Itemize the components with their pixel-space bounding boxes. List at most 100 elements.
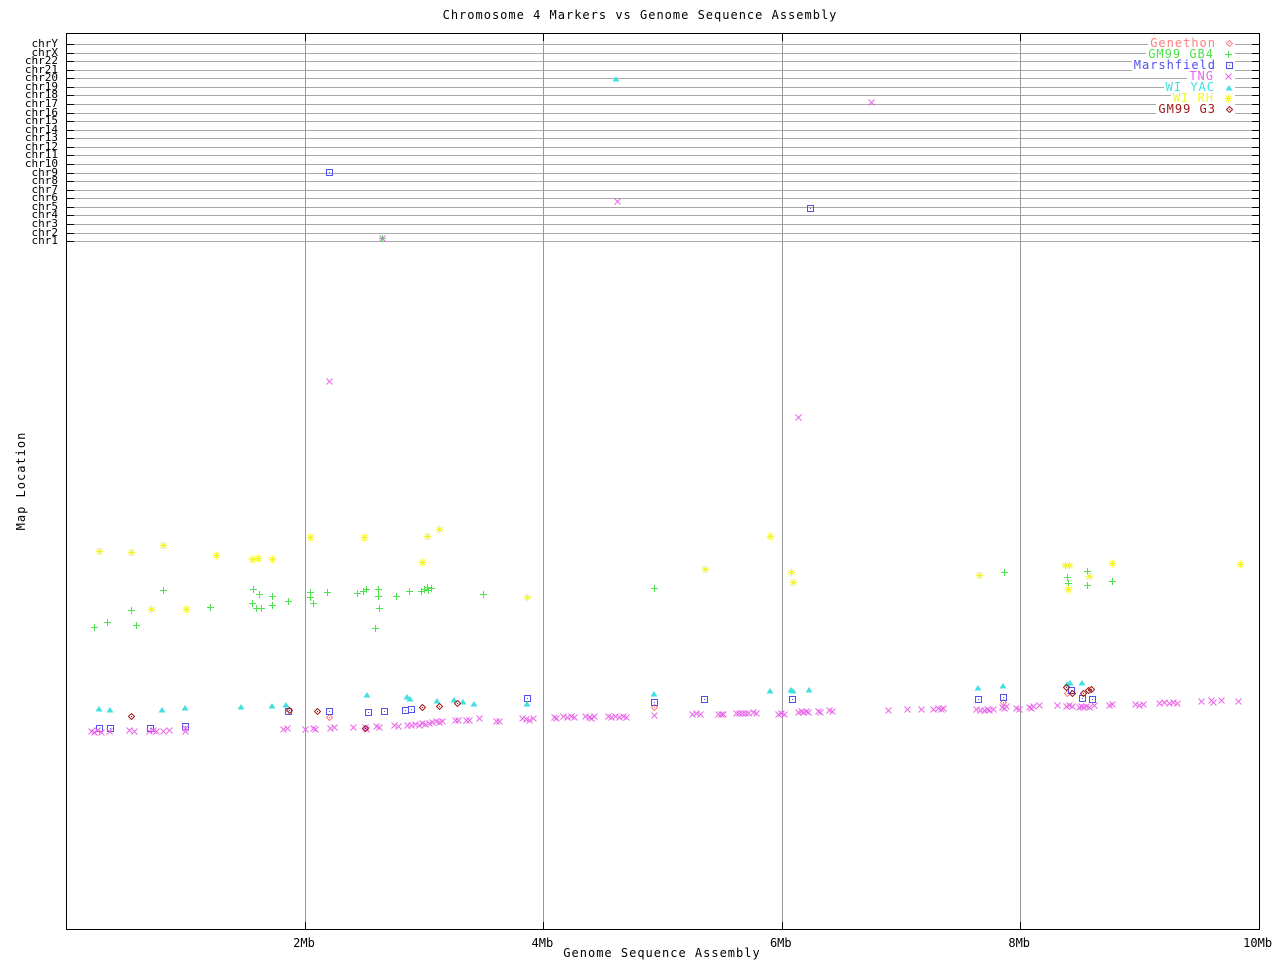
data-point xyxy=(268,695,276,714)
data-point xyxy=(523,693,531,712)
y-tick xyxy=(1252,206,1259,208)
data-point xyxy=(828,701,837,720)
data-point xyxy=(257,598,266,617)
data-point xyxy=(165,720,174,739)
data-point xyxy=(1234,691,1243,710)
data-point xyxy=(212,545,221,564)
chromosome-gridline xyxy=(67,61,1259,63)
y-tick xyxy=(1252,44,1259,45)
chart-title: Chromosome 4 Markers vs Genome Sequence … xyxy=(442,8,838,22)
data-point xyxy=(1197,691,1206,710)
data-point xyxy=(360,527,369,546)
legend-marker-icon xyxy=(1226,106,1233,113)
data-point xyxy=(1035,695,1044,714)
marker-concordance-chart: Chromosome 4 Markers vs Genome Sequence … xyxy=(0,0,1280,960)
x-axis-label: Genome Sequence Assembly xyxy=(563,946,761,960)
x-tick xyxy=(305,922,306,929)
legend-marker-icon xyxy=(1224,94,1233,103)
y-tick xyxy=(1252,189,1259,191)
data-point xyxy=(285,699,293,718)
data-point xyxy=(330,717,339,736)
data-point xyxy=(453,692,461,711)
data-point xyxy=(375,598,384,617)
data-point xyxy=(650,578,659,597)
x-tick xyxy=(543,922,545,929)
data-point xyxy=(158,699,166,718)
y-tick xyxy=(67,146,74,148)
y-tick xyxy=(1252,69,1259,71)
data-point xyxy=(1236,554,1245,573)
data-point xyxy=(127,542,136,561)
legend-label: GM99 G3 xyxy=(1158,102,1216,116)
chromosome-gridline xyxy=(67,121,1259,123)
y-tick xyxy=(1252,61,1259,63)
data-point xyxy=(427,578,436,597)
data-point xyxy=(147,599,156,618)
y-tick xyxy=(67,78,74,80)
chromosome-gridline xyxy=(67,155,1259,157)
data-point xyxy=(917,699,926,718)
data-point xyxy=(867,92,876,111)
y-tick xyxy=(1252,241,1259,243)
data-point xyxy=(95,698,103,717)
data-point xyxy=(268,595,277,614)
data-point xyxy=(780,704,789,723)
y-tick xyxy=(67,223,74,225)
data-point xyxy=(306,527,315,546)
data-point xyxy=(1064,579,1073,598)
data-point xyxy=(371,618,380,637)
y-tick xyxy=(1252,103,1259,105)
data-point xyxy=(313,700,321,719)
data-point xyxy=(804,702,813,721)
chromosome-gridline xyxy=(67,103,1259,105)
y-tick xyxy=(1252,215,1259,217)
y-tick xyxy=(67,61,74,63)
data-point xyxy=(418,696,426,715)
y-tick xyxy=(1252,86,1259,88)
data-point xyxy=(805,679,813,698)
data-point xyxy=(95,541,104,560)
data-point xyxy=(612,68,620,87)
data-point xyxy=(309,593,318,612)
data-point xyxy=(325,371,334,390)
data-point xyxy=(394,716,403,735)
data-point xyxy=(283,718,292,737)
data-point xyxy=(127,705,135,724)
chromosome-gridline xyxy=(67,138,1259,140)
chromosome-gridline xyxy=(67,44,1259,45)
data-point xyxy=(105,721,114,740)
data-point xyxy=(1173,693,1182,712)
legend-marker-icon xyxy=(1226,62,1233,69)
y-tick xyxy=(1252,78,1259,80)
data-point xyxy=(362,579,371,598)
data-point xyxy=(284,591,293,610)
chromosome-gridline xyxy=(67,172,1259,174)
data-point xyxy=(206,597,215,616)
data-point xyxy=(975,565,984,584)
chromosome-gridline xyxy=(67,223,1259,225)
data-point xyxy=(806,197,814,216)
data-point xyxy=(794,407,803,426)
data-point xyxy=(650,683,658,702)
data-point xyxy=(311,719,320,738)
data-point xyxy=(1108,694,1117,713)
data-point xyxy=(349,717,358,736)
data-point xyxy=(939,698,948,717)
x-gridline xyxy=(305,34,306,929)
legend-row: GM99 G3 xyxy=(1156,102,1235,116)
data-point xyxy=(622,707,631,726)
legend-marker-icon xyxy=(1226,40,1233,47)
data-point xyxy=(752,703,761,722)
data-point xyxy=(1217,690,1226,709)
y-tick xyxy=(67,206,74,208)
y-tick xyxy=(67,215,74,217)
data-point xyxy=(378,228,387,247)
data-point xyxy=(570,707,579,726)
data-point xyxy=(435,519,444,538)
data-point xyxy=(181,721,190,740)
data-point xyxy=(132,615,141,634)
y-tick xyxy=(67,241,74,243)
chromosome-gridline xyxy=(67,198,1259,200)
chromosome-gridline xyxy=(67,129,1259,131)
data-point xyxy=(237,696,245,715)
